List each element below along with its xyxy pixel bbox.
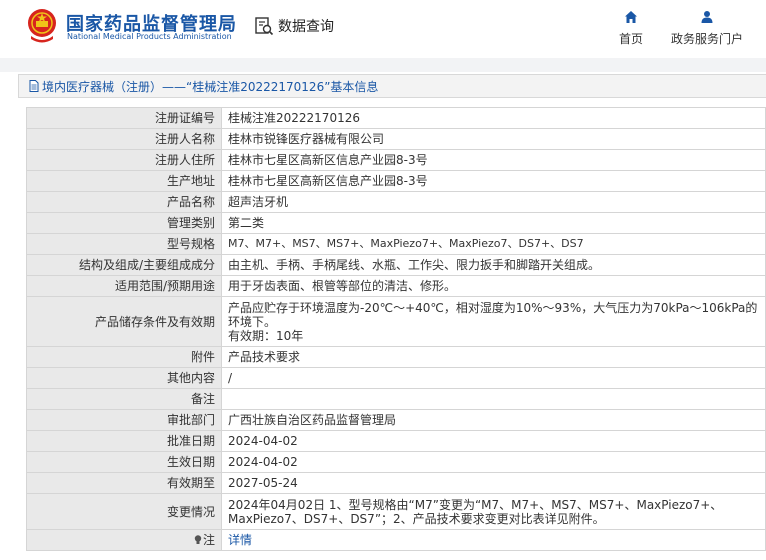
data-query-title: 数据查询	[254, 16, 334, 36]
table-row: 产品名称 超声洁牙机	[26, 191, 766, 213]
table-row: 管理类别 第二类	[26, 212, 766, 234]
row-label: 审批部门	[26, 409, 222, 431]
row-label: 生效日期	[26, 451, 222, 473]
table-row: 审批部门 广西壮族自治区药品监督管理局	[26, 409, 766, 431]
row-value: 桂械注准20222170126	[221, 107, 766, 129]
row-value: 由主机、手柄、手柄尾线、水瓶、工作尖、限力扳手和脚踏开关组成。	[221, 254, 766, 276]
row-value: 详情	[221, 529, 766, 551]
row-value	[221, 388, 766, 410]
nav-home-label: 首页	[618, 32, 643, 46]
row-value: 产品应贮存于环境温度为-20℃～+40℃，相对湿度为10%～93%，大气压力为7…	[221, 296, 766, 347]
nav-home-link[interactable]: 首页	[614, 10, 648, 47]
brand-name-en: National Medical Products Administration	[67, 32, 232, 41]
row-label: 附件	[26, 346, 222, 368]
panel-title: 境内医疗器械（注册）——“桂械注准20222170126”基本信息	[42, 79, 379, 94]
table-row: 生效日期 2024-04-02	[26, 451, 766, 473]
row-label: 批准日期	[26, 430, 222, 452]
panel-header: 境内医疗器械（注册）——“桂械注准20222170126”基本信息	[18, 74, 766, 98]
row-value: 用于牙齿表面、根管等部位的清洁、修形。	[221, 275, 766, 297]
data-query-label: 数据查询	[278, 19, 334, 35]
row-value: /	[221, 367, 766, 389]
table-row: 注册证编号 桂械注准20222170126	[26, 107, 766, 129]
row-label: 注册证编号	[26, 107, 222, 129]
user-icon	[701, 11, 713, 23]
table-row: 注册人名称 桂林市锐锋医疗器械有限公司	[26, 128, 766, 150]
row-label: 管理类别	[26, 212, 222, 234]
row-value: 桂林市七星区高新区信息产业园8-3号	[221, 149, 766, 171]
validity-text: 有效期：10年	[228, 328, 304, 343]
row-label: 注册人名称	[26, 128, 222, 150]
table-row: 型号规格 M7、M7+、MS7、MS7+、MaxPiezo7+、MaxPiezo…	[26, 233, 766, 255]
lightbulb-icon	[194, 535, 202, 544]
row-label: 适用范围/预期用途	[26, 275, 222, 297]
document-icon	[29, 80, 39, 92]
header-divider	[0, 58, 766, 72]
table-row: 产品储存条件及有效期 产品应贮存于环境温度为-20℃～+40℃，相对湿度为10%…	[26, 296, 766, 347]
table-row: 适用范围/预期用途 用于牙齿表面、根管等部位的清洁、修形。	[26, 275, 766, 297]
nav-gov-portal-link[interactable]: 政务服务门户	[666, 10, 748, 47]
row-value: 2024年04月02日 1、型号规格由“M7”变更为“M7、M7+、MS7、MS…	[221, 493, 766, 530]
table-row: 备注	[26, 388, 766, 410]
row-label: 产品储存条件及有效期	[26, 296, 222, 347]
row-value: M7、M7+、MS7、MS7+、MaxPiezo7+、MaxPiezo7、DS7…	[221, 233, 766, 255]
national-emblem-logo[interactable]	[26, 8, 58, 44]
row-value: 广西壮族自治区药品监督管理局	[221, 409, 766, 431]
row-value: 桂林市锐锋医疗器械有限公司	[221, 128, 766, 150]
table-row: 注 详情	[26, 529, 766, 551]
storage-conditions-text: 产品应贮存于环境温度为-20℃～+40℃，相对湿度为10%～93%，大气压力为7…	[228, 300, 758, 329]
row-value: 第二类	[221, 212, 766, 234]
table-row: 有效期至 2027-05-24	[26, 472, 766, 494]
table-row: 结构及组成/主要组成成分 由主机、手柄、手柄尾线、水瓶、工作尖、限力扳手和脚踏开…	[26, 254, 766, 276]
table-row: 批准日期 2024-04-02	[26, 430, 766, 452]
row-label: 结构及组成/主要组成成分	[26, 254, 222, 276]
row-label: 产品名称	[26, 191, 222, 213]
row-value: 2027-05-24	[221, 472, 766, 494]
nav-gov-portal-label: 政务服务门户	[670, 32, 743, 46]
row-label: 型号规格	[26, 233, 222, 255]
home-icon	[625, 11, 637, 23]
row-value: 2024-04-02	[221, 451, 766, 473]
row-label: 注	[202, 533, 215, 547]
row-value: 2024-04-02	[221, 430, 766, 452]
row-label: 生产地址	[26, 170, 222, 192]
row-value: 产品技术要求	[221, 346, 766, 368]
table-row: 注册人住所 桂林市七星区高新区信息产业园8-3号	[26, 149, 766, 171]
row-label: 变更情况	[26, 493, 222, 530]
table-row: 生产地址 桂林市七星区高新区信息产业园8-3号	[26, 170, 766, 192]
row-value: 桂林市七星区高新区信息产业园8-3号	[221, 170, 766, 192]
row-label: 其他内容	[26, 367, 222, 389]
row-label: 注册人住所	[26, 149, 222, 171]
top-header: 国家药品监督管理局 National Medical Products Admi…	[0, 0, 766, 58]
table-row: 变更情况 2024年04月02日 1、型号规格由“M7”变更为“M7、M7+、M…	[26, 493, 766, 530]
row-label: 有效期至	[26, 472, 222, 494]
note-label-cell: 注	[26, 529, 222, 551]
device-info-table: 注册证编号 桂械注准20222170126 注册人名称 桂林市锐锋医疗器械有限公…	[26, 107, 766, 551]
row-label: 备注	[26, 388, 222, 410]
table-row: 附件 产品技术要求	[26, 346, 766, 368]
details-link[interactable]: 详情	[228, 533, 252, 547]
document-search-icon	[255, 17, 274, 36]
row-value: 超声洁牙机	[221, 191, 766, 213]
table-row: 其他内容 /	[26, 367, 766, 389]
